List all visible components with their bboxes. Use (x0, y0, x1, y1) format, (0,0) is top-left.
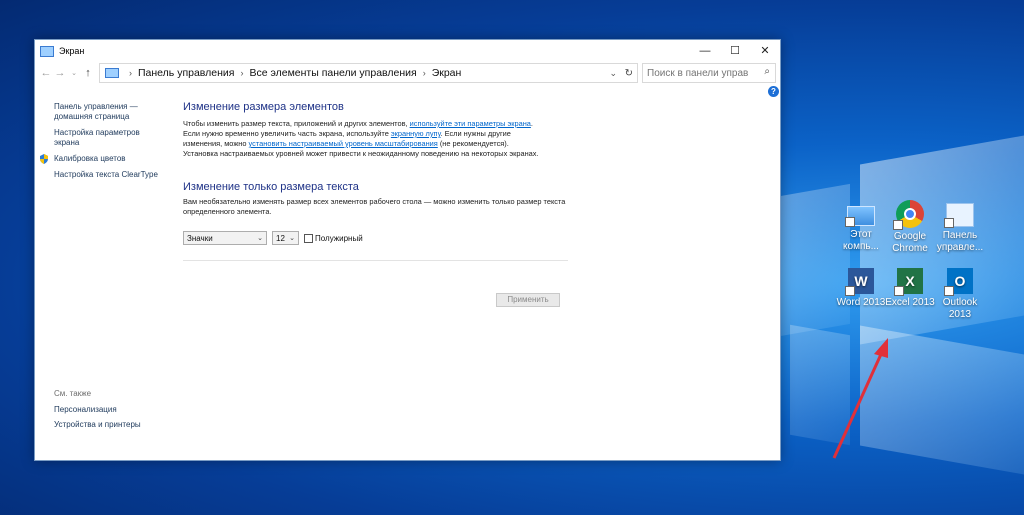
desktop-icon-label: Word 2013 (836, 297, 886, 308)
text-segment: . (530, 119, 533, 128)
shortcut-arrow-icon (845, 217, 855, 227)
control-panel-icon (944, 203, 974, 228)
excel-icon: X (894, 268, 923, 296)
desktop-icon-outlook[interactable]: O Outlook 2013 (935, 268, 985, 321)
text-size-controls: Значки ⌄ 12 ⌄ Полужирный (183, 231, 603, 245)
text-segment: Если нужно временно увеличить часть экра… (183, 129, 391, 138)
forward-arrow-icon[interactable]: → (53, 67, 67, 79)
breadcrumb-separator-icon[interactable]: › (240, 68, 243, 78)
desktop-icon-word[interactable]: W Word 2013 (836, 268, 886, 309)
shield-icon (40, 154, 48, 164)
see-also-personalization[interactable]: Персонализация (54, 405, 141, 415)
text-size-description: Вам необязательно изменять размер всех э… (183, 197, 566, 216)
desktop-icon-control-panel[interactable]: Панель управле... (935, 200, 985, 254)
section-title-resize-items: Изменение размера элементов (183, 101, 344, 113)
up-arrow-icon[interactable]: ↑ (81, 67, 95, 79)
desktop-icon-this-pc[interactable]: Этот компь... (836, 200, 886, 253)
address-row: ← → ⌄ ↑ › Панель управления › Все элемен… (35, 62, 780, 84)
main-panel: Изменение размера элементов Чтобы измени… (183, 101, 603, 307)
annotation-arrow (832, 338, 888, 459)
resize-items-description: Чтобы изменить размер текста, приложений… (183, 119, 603, 159)
outlook-icon: O (944, 268, 973, 296)
divider (183, 260, 568, 261)
desktop-icon-excel[interactable]: X Excel 2013 (885, 268, 935, 309)
see-also-devices-printers[interactable]: Устройства и принтеры (54, 420, 141, 430)
back-arrow-icon[interactable]: ← (39, 67, 53, 79)
breadcrumb-display[interactable]: Экран (432, 67, 462, 79)
chrome-icon (893, 200, 924, 230)
shortcut-arrow-icon (944, 286, 954, 296)
left-nav: Панель управления — домашняя страница На… (40, 102, 164, 186)
section-title-text-size: Изменение только размера текста (183, 181, 359, 193)
pc-icon (845, 206, 875, 227)
maximize-button[interactable]: ☐ (720, 40, 750, 62)
help-icon[interactable]: ? (768, 86, 779, 97)
text-segment: (не рекомендуется). (437, 139, 509, 148)
breadcrumb-all-items[interactable]: Все элементы панели управления (249, 67, 416, 79)
text-segment: . Если нужны другие (440, 129, 511, 138)
display-settings-link[interactable]: используйте эти параметры экрана (410, 119, 531, 128)
desktop-icon-label: Excel 2013 (885, 297, 935, 308)
see-also-links: Персонализация Устройства и принтеры (54, 405, 141, 435)
size-select-value: 12 (276, 233, 285, 243)
search-box[interactable]: ⌕ (642, 63, 776, 83)
see-also-heading: См. также (54, 389, 92, 398)
content-area: Панель управления — домашняя страница На… (35, 84, 780, 458)
search-icon[interactable]: ⌕ (764, 66, 770, 77)
sidebar-item-display-settings[interactable]: Настройка параметров экрана (54, 128, 164, 148)
shortcut-arrow-icon (845, 286, 855, 296)
annotation-arrow-shaft (832, 351, 884, 459)
address-bar[interactable]: › Панель управления › Все элементы панел… (99, 63, 638, 83)
shortcut-arrow-icon (944, 218, 954, 228)
desktop-icon-label: Google Chrome (892, 231, 928, 254)
text-segment: изменения, можно (183, 139, 249, 148)
desktop-icon-label: Этот компь... (843, 229, 879, 252)
monitor-icon (105, 68, 119, 78)
element-select-value: Значки (187, 233, 213, 243)
bold-checkbox-label[interactable]: Полужирный (315, 234, 363, 243)
window-title: Экран (59, 46, 85, 56)
shortcut-arrow-icon (893, 220, 903, 230)
custom-scaling-link[interactable]: установить настраиваемый уровень масштаб… (249, 139, 438, 148)
size-select[interactable]: 12 ⌄ (272, 231, 299, 245)
minimize-button[interactable]: — (690, 40, 720, 62)
text-segment: Чтобы изменить размер текста, приложений… (183, 119, 410, 128)
annotation-arrow-head (874, 338, 888, 358)
desktop-icon-label: Панель управле... (936, 230, 984, 253)
element-select[interactable]: Значки ⌄ (183, 231, 267, 245)
display-settings-window: Экран — ☐ ✕ ← → ⌄ ↑ › Панель управления … (34, 39, 781, 461)
desktop-icon-label: Outlook 2013 (942, 297, 978, 320)
titlebar: Экран — ☐ ✕ (35, 40, 780, 62)
sidebar-item-color-calibration[interactable]: Калибровка цветов (40, 154, 164, 164)
desktop-icon-chrome[interactable]: Google Chrome (885, 200, 935, 255)
sidebar-item-home[interactable]: Панель управления — домашняя страница (54, 102, 164, 122)
search-input[interactable] (643, 66, 759, 80)
close-button[interactable]: ✕ (750, 40, 780, 62)
bold-checkbox[interactable] (304, 233, 313, 243)
chevron-down-icon[interactable]: ⌄ (609, 68, 617, 79)
breadcrumb-separator-icon[interactable]: › (423, 68, 426, 78)
recent-chevron-icon[interactable]: ⌄ (67, 69, 81, 77)
shortcut-arrow-icon (894, 286, 904, 296)
text-segment: Установка настраиваемых уровней может пр… (183, 149, 539, 158)
breadcrumb-control-panel[interactable]: Панель управления (138, 67, 234, 79)
word-icon: W (845, 268, 874, 296)
monitor-icon (40, 45, 54, 57)
magnifier-link[interactable]: экранную лупу (391, 129, 441, 138)
apply-button[interactable]: Применить (496, 293, 560, 307)
refresh-icon[interactable]: ↻ (625, 68, 633, 79)
sidebar-item-label: Калибровка цветов (54, 154, 126, 163)
breadcrumb-separator-icon[interactable]: › (129, 68, 132, 78)
sidebar-item-cleartype[interactable]: Настройка текста ClearType (54, 170, 164, 180)
chevron-down-icon: ⌄ (257, 235, 263, 242)
chevron-down-icon: ⌄ (289, 235, 295, 242)
